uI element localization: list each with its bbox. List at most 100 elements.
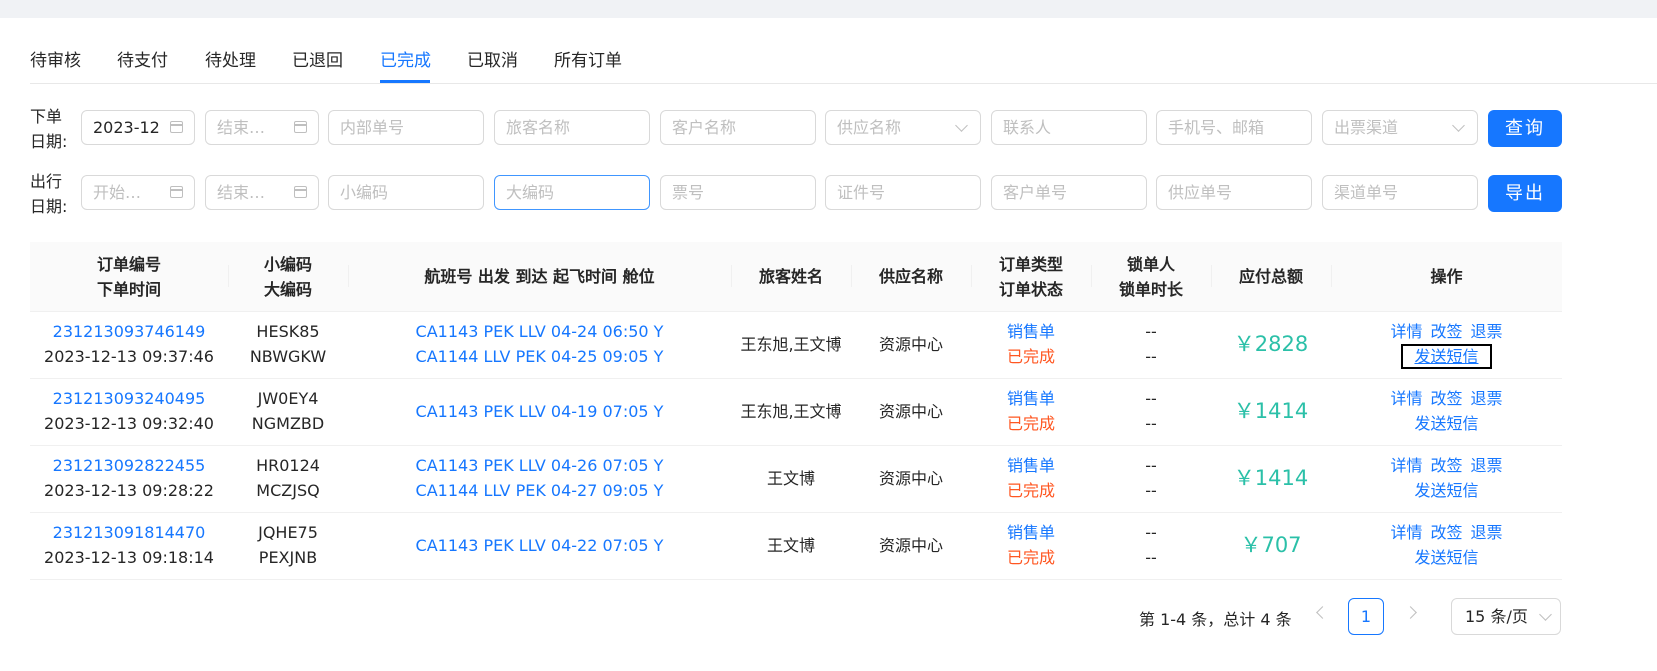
column-lock: 锁单人 锁单时长 — [1118, 254, 1183, 299]
column-codes: 小编码 大编码 — [263, 254, 312, 299]
ticket-channel-select[interactable]: 出票渠道 — [1322, 110, 1478, 145]
tab-pending-review[interactable]: 待审核 — [30, 46, 81, 71]
detail-link[interactable]: 详情 — [1390, 386, 1422, 411]
next-page-icon[interactable] — [1404, 606, 1417, 619]
small-code: JW0EY4 — [257, 389, 319, 408]
tab-returned[interactable]: 已退回 — [292, 46, 343, 71]
chevron-down-icon — [955, 119, 968, 132]
order-type: 销售单 — [1006, 322, 1055, 341]
column-supplier: 供应名称 — [878, 267, 943, 286]
tab-completed[interactable]: 已完成 — [380, 46, 431, 71]
column-actions: 操作 — [1430, 267, 1463, 286]
detail-link[interactable]: 详情 — [1390, 319, 1422, 344]
order-date-label: 下单 日期: — [30, 107, 68, 151]
tab-pending-payment[interactable]: 待支付 — [117, 46, 168, 71]
column-order-type: 订单类型 订单状态 — [998, 254, 1063, 299]
send-sms-link[interactable]: 发送短信 — [1403, 411, 1489, 436]
phone-email-input[interactable]: 手机号、邮箱 — [1156, 110, 1312, 145]
locker: -- — [1145, 456, 1157, 475]
refund-link[interactable]: 退票 — [1471, 319, 1503, 344]
refund-link[interactable]: 退票 — [1471, 520, 1503, 545]
tab-pending-process[interactable]: 待处理 — [205, 46, 256, 71]
detail-link[interactable]: 详情 — [1390, 520, 1422, 545]
supplier-name: 资源中心 — [878, 535, 943, 555]
status-badge: 已完成 — [1006, 548, 1055, 567]
order-date-start-field[interactable]: 2023-12- — [81, 110, 195, 145]
send-sms-link[interactable]: 发送短信 — [1403, 478, 1489, 503]
send-sms-link[interactable]: 发送短信 — [1401, 344, 1492, 369]
big-code: NBWGKW — [249, 347, 327, 366]
order-time: 2023-12-13 09:32:40 — [44, 414, 214, 433]
status-badge: 已完成 — [1006, 481, 1055, 500]
column-order-no: 订单编号 下单时间 — [96, 254, 161, 299]
status-badge: 已完成 — [1006, 347, 1055, 366]
big-code-input[interactable]: 大编码 — [494, 175, 650, 210]
calendar-icon — [170, 186, 183, 198]
change-link[interactable]: 改签 — [1430, 453, 1462, 478]
flight-segment-link[interactable]: CA1143 PEK LLV 04-22 07:05 Y — [416, 533, 664, 558]
change-link[interactable]: 改签 — [1430, 520, 1462, 545]
column-passenger: 旅客姓名 — [758, 267, 823, 286]
calendar-icon — [170, 121, 183, 133]
passenger-name-input[interactable]: 旅客名称 — [494, 110, 650, 145]
order-no-link[interactable]: 231213093746149 — [53, 319, 206, 344]
small-code-input[interactable]: 小编码 — [328, 175, 484, 210]
ticket-no-input[interactable]: 票号 — [660, 175, 816, 210]
flight-segment-link[interactable]: CA1143 PEK LLV 04-24 06:50 Y — [416, 319, 664, 344]
refund-link[interactable]: 退票 — [1471, 386, 1503, 411]
internal-order-no-input[interactable]: 内部单号 — [328, 110, 484, 145]
order-time: 2023-12-13 09:37:46 — [44, 347, 214, 366]
page-1-button[interactable]: 1 — [1348, 598, 1384, 635]
travel-date-start-field[interactable]: 开始… — [81, 175, 195, 210]
query-button[interactable]: 查询 — [1488, 110, 1562, 147]
send-sms-link[interactable]: 发送短信 — [1403, 545, 1489, 570]
flight-segment-link[interactable]: CA1143 PEK LLV 04-26 07:05 Y — [416, 453, 664, 478]
tab-cancelled[interactable]: 已取消 — [467, 46, 518, 71]
flight-segment-link[interactable]: CA1144 LLV PEK 04-25 09:05 Y — [416, 344, 664, 369]
order-no-link[interactable]: 231213091814470 — [53, 520, 206, 545]
prev-page-icon[interactable] — [1316, 606, 1329, 619]
table-row: 231213091814470 2023-12-13 09:18:14 JQHE… — [30, 512, 1562, 580]
small-code: HESK85 — [256, 322, 320, 341]
supplier-name: 资源中心 — [878, 334, 943, 354]
customer-name-input[interactable]: 客户名称 — [660, 110, 816, 145]
chevron-down-icon — [1452, 119, 1465, 132]
lock-duration: -- — [1145, 414, 1157, 433]
calendar-icon — [294, 186, 307, 198]
order-time: 2023-12-13 09:18:14 — [44, 548, 214, 567]
page-size-select[interactable]: 15 条/页 — [1451, 598, 1561, 635]
channel-order-no-input[interactable]: 渠道单号 — [1322, 175, 1478, 210]
passenger-names: 王文博 — [766, 468, 815, 488]
flight-segment-link[interactable]: CA1143 PEK LLV 04-19 07:05 Y — [416, 399, 664, 424]
supplier-name-select[interactable]: 供应名称 — [825, 110, 981, 145]
column-total: 应付总额 — [1238, 267, 1303, 286]
supplier-name: 资源中心 — [878, 468, 943, 488]
flight-segment-link[interactable]: CA1144 LLV PEK 04-27 09:05 Y — [416, 478, 664, 503]
column-flight: 航班号 出发 到达 起飞时间 舱位 — [424, 267, 655, 286]
order-no-link[interactable]: 231213092822455 — [53, 453, 206, 478]
locker: -- — [1145, 523, 1157, 542]
change-link[interactable]: 改签 — [1430, 319, 1462, 344]
order-no-link[interactable]: 231213093240495 — [53, 386, 206, 411]
order-panel: 待审核 待支付 待处理 已退回 已完成 已取消 所有订单 下单 日期: 2023… — [0, 18, 1657, 671]
order-date-end-field[interactable]: 结束… — [205, 110, 319, 145]
lock-duration: -- — [1145, 548, 1157, 567]
detail-link[interactable]: 详情 — [1390, 453, 1422, 478]
big-code: NGMZBD — [251, 414, 325, 433]
total-amount: ￥1414 — [1233, 398, 1309, 423]
refund-link[interactable]: 退票 — [1471, 453, 1503, 478]
travel-date-end-field[interactable]: 结束… — [205, 175, 319, 210]
order-time: 2023-12-13 09:28:22 — [44, 481, 214, 500]
order-status-tabs: 待审核 待支付 待处理 已退回 已完成 已取消 所有订单 — [30, 18, 1657, 84]
contact-input[interactable]: 联系人 — [991, 110, 1147, 145]
id-no-input[interactable]: 证件号 — [825, 175, 981, 210]
table-header: 订单编号 下单时间 小编码 大编码 航班号 出发 到达 起飞时间 舱位 旅客姓名… — [30, 242, 1562, 312]
change-link[interactable]: 改签 — [1430, 386, 1462, 411]
tab-all-orders[interactable]: 所有订单 — [554, 46, 622, 71]
export-button[interactable]: 导出 — [1488, 175, 1562, 212]
supplier-order-no-input[interactable]: 供应单号 — [1156, 175, 1312, 210]
customer-order-no-input[interactable]: 客户单号 — [991, 175, 1147, 210]
table-row: 231213093746149 2023-12-13 09:37:46 HESK… — [30, 311, 1562, 379]
total-amount: ￥1414 — [1233, 465, 1309, 490]
status-badge: 已完成 — [1006, 414, 1055, 433]
